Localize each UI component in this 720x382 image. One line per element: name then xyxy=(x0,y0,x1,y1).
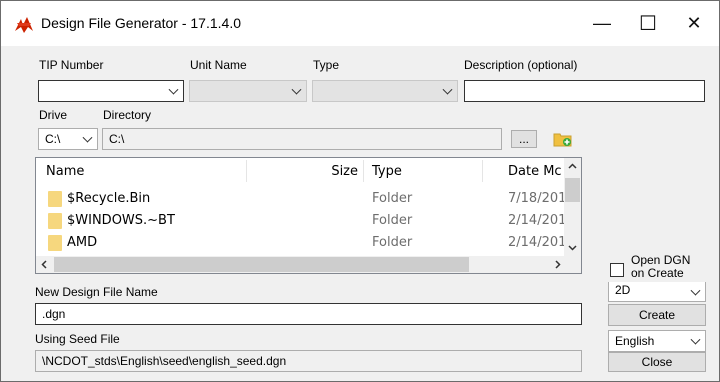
drive-label: Drive xyxy=(39,108,68,122)
open-dgn-checkbox[interactable] xyxy=(610,263,624,277)
dimension-value: 2D xyxy=(615,283,631,297)
vertical-scroll-thumb[interactable] xyxy=(565,178,580,202)
column-header-name[interactable]: Name xyxy=(46,158,246,184)
file-list[interactable]: Name Size Type Date Mc $Recycle.Bin Fold… xyxy=(35,157,582,274)
list-item[interactable]: $Recycle.Bin Folder 7/18/201 xyxy=(36,188,566,210)
new-design-file-name-value: .dgn xyxy=(42,307,66,321)
chevron-down-icon xyxy=(690,285,701,296)
close-window-button[interactable]: ✕ xyxy=(671,1,717,46)
horizontal-scroll-thumb[interactable] xyxy=(54,257,469,272)
tip-number-combo[interactable] xyxy=(38,80,184,102)
units-combo[interactable]: English xyxy=(608,330,706,352)
drive-combo[interactable]: C:\ xyxy=(38,128,98,150)
directory-label: Directory xyxy=(103,108,152,122)
column-header-type[interactable]: Type xyxy=(372,158,482,184)
scroll-left-icon[interactable] xyxy=(41,260,47,269)
new-design-file-name-label: New Design File Name xyxy=(35,285,158,299)
unit-name-label: Unit Name xyxy=(190,58,247,72)
chevron-down-icon xyxy=(442,84,453,95)
open-dgn-label: Open DGN on Create xyxy=(631,253,691,280)
dimension-combo[interactable]: 2D xyxy=(608,282,706,302)
units-value: English xyxy=(615,334,655,348)
scroll-down-icon[interactable] xyxy=(568,245,577,251)
list-item[interactable]: $WINDOWS.~BT Folder 2/14/201 xyxy=(36,210,566,232)
browse-label: ... xyxy=(518,132,529,146)
seed-file-label: Using Seed File xyxy=(35,332,120,346)
close-icon: ✕ xyxy=(686,13,702,33)
minimize-icon: — xyxy=(593,13,611,33)
type-label: Type xyxy=(313,58,340,72)
scroll-up-icon[interactable] xyxy=(568,163,577,169)
directory-value: C:\ xyxy=(109,132,125,146)
title-bar: Design File Generator - 17.1.4.0 — ☐ ✕ xyxy=(1,1,719,46)
chevron-down-icon xyxy=(168,84,179,95)
chevron-down-icon xyxy=(82,132,93,143)
drive-value: C:\ xyxy=(45,132,61,146)
folder-icon xyxy=(48,213,62,229)
horizontal-scrollbar[interactable] xyxy=(36,256,566,273)
new-design-file-name-input[interactable]: .dgn xyxy=(35,303,582,325)
scrollbar-corner xyxy=(564,256,581,273)
scroll-right-icon[interactable] xyxy=(555,260,561,269)
browse-button[interactable]: ... xyxy=(511,130,537,148)
type-combo[interactable] xyxy=(312,80,458,102)
list-item[interactable]: AMD Folder 2/14/201 xyxy=(36,232,566,254)
window-title: Design File Generator - 17.1.4.0 xyxy=(41,15,241,31)
vertical-scrollbar[interactable] xyxy=(564,158,581,256)
new-folder-icon xyxy=(553,133,572,147)
unit-name-combo[interactable] xyxy=(189,80,307,102)
column-header-date[interactable]: Date Mc xyxy=(508,158,568,184)
directory-field[interactable]: C:\ xyxy=(102,128,502,150)
description-label: Description (optional) xyxy=(464,58,578,72)
design-file-generator-window: Design File Generator - 17.1.4.0 — ☐ ✕ T… xyxy=(0,0,720,382)
seed-file-value: \NCDOT_stds\English\seed\english_seed.dg… xyxy=(42,354,287,368)
tip-number-label: TIP Number xyxy=(39,58,104,72)
maximize-icon: ☐ xyxy=(639,13,657,35)
description-input[interactable] xyxy=(464,80,705,102)
seed-file-field[interactable]: \NCDOT_stds\English\seed\english_seed.dg… xyxy=(35,350,582,372)
folder-icon xyxy=(48,235,62,251)
folder-icon xyxy=(48,191,62,207)
maximize-button[interactable]: ☐ xyxy=(625,1,671,46)
chevron-down-icon xyxy=(690,334,701,345)
minimize-button[interactable]: — xyxy=(579,1,625,46)
app-logo-icon xyxy=(15,17,33,33)
create-button[interactable]: Create xyxy=(608,304,706,326)
new-folder-button[interactable] xyxy=(545,128,581,150)
close-button[interactable]: Close xyxy=(608,352,706,372)
chevron-down-icon xyxy=(291,84,302,95)
column-header-size[interactable]: Size xyxy=(247,158,363,184)
